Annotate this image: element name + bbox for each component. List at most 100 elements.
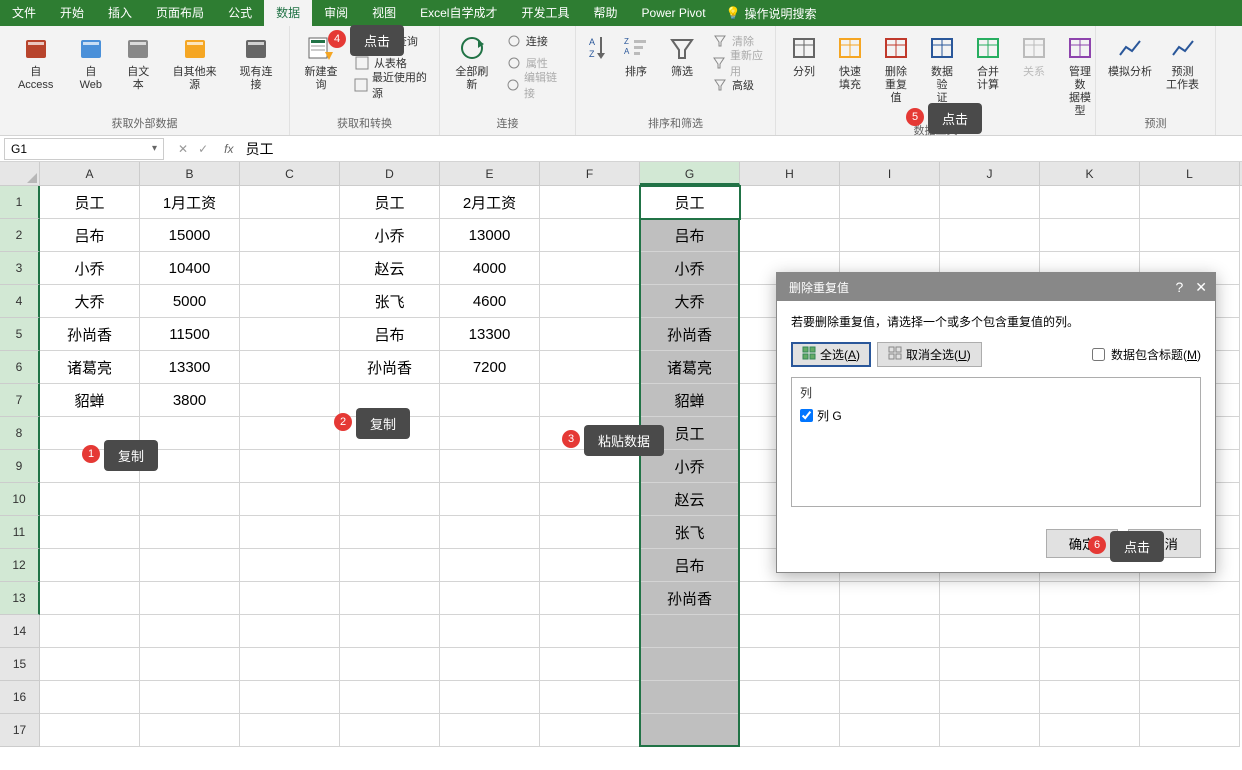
- dropdown-icon[interactable]: ▾: [152, 143, 157, 154]
- cell-I17[interactable]: [840, 714, 940, 747]
- row-header-11[interactable]: 11: [0, 516, 40, 549]
- column-g-checkbox[interactable]: [800, 409, 813, 422]
- cell-E14[interactable]: [440, 615, 540, 648]
- cell-C1[interactable]: [240, 186, 340, 219]
- cell-A1[interactable]: 员工: [40, 186, 140, 219]
- external-btn-2[interactable]: 自文本: [118, 30, 158, 94]
- dt-btn-3[interactable]: 数据验证: [922, 30, 962, 107]
- confirm-icon[interactable]: ✓: [198, 142, 208, 156]
- cell-J1[interactable]: [940, 186, 1040, 219]
- select-all-button[interactable]: 全选(A): [791, 342, 871, 367]
- help-button[interactable]: ?: [1175, 279, 1183, 295]
- col-header-F[interactable]: F: [540, 162, 640, 185]
- cell-C10[interactable]: [240, 483, 340, 516]
- cell-B6[interactable]: 13300: [140, 351, 240, 384]
- external-btn-1[interactable]: 自 Web: [69, 30, 112, 94]
- row-header-5[interactable]: 5: [0, 318, 40, 351]
- col-header-E[interactable]: E: [440, 162, 540, 185]
- cell-A16[interactable]: [40, 681, 140, 714]
- row-header-4[interactable]: 4: [0, 285, 40, 318]
- cell-I16[interactable]: [840, 681, 940, 714]
- cell-L13[interactable]: [1140, 582, 1240, 615]
- col-header-H[interactable]: H: [740, 162, 840, 185]
- cell-H14[interactable]: [740, 615, 840, 648]
- cell-B3[interactable]: 10400: [140, 252, 240, 285]
- filter-button[interactable]: 筛选: [662, 30, 702, 81]
- cell-H13[interactable]: [740, 582, 840, 615]
- conn-small-0[interactable]: 连接: [502, 30, 567, 52]
- cell-B4[interactable]: 5000: [140, 285, 240, 318]
- cell-I2[interactable]: [840, 219, 940, 252]
- cell-D15[interactable]: [340, 648, 440, 681]
- cell-A13[interactable]: [40, 582, 140, 615]
- cell-C16[interactable]: [240, 681, 340, 714]
- cell-D3[interactable]: 赵云: [340, 252, 440, 285]
- cell-C13[interactable]: [240, 582, 340, 615]
- row-header-7[interactable]: 7: [0, 384, 40, 417]
- cell-F7[interactable]: [540, 384, 640, 417]
- cell-G16[interactable]: [640, 681, 740, 714]
- cell-J16[interactable]: [940, 681, 1040, 714]
- deselect-all-button[interactable]: 取消全选(U): [877, 342, 982, 367]
- cell-K2[interactable]: [1040, 219, 1140, 252]
- row-header-8[interactable]: 8: [0, 417, 40, 450]
- cell-A17[interactable]: [40, 714, 140, 747]
- cell-L2[interactable]: [1140, 219, 1240, 252]
- menu-tab-7[interactable]: 视图: [360, 0, 408, 26]
- cell-C12[interactable]: [240, 549, 340, 582]
- row-header-3[interactable]: 3: [0, 252, 40, 285]
- cell-C7[interactable]: [240, 384, 340, 417]
- cell-E6[interactable]: 7200: [440, 351, 540, 384]
- cell-B2[interactable]: 15000: [140, 219, 240, 252]
- dt-btn-4[interactable]: 合并计算: [968, 30, 1008, 94]
- row-header-16[interactable]: 16: [0, 681, 40, 714]
- select-all-corner[interactable]: [0, 162, 40, 186]
- cell-E9[interactable]: [440, 450, 540, 483]
- cell-L14[interactable]: [1140, 615, 1240, 648]
- row-header-10[interactable]: 10: [0, 483, 40, 516]
- cell-C6[interactable]: [240, 351, 340, 384]
- cell-H17[interactable]: [740, 714, 840, 747]
- name-box[interactable]: G1 ▾: [4, 138, 164, 160]
- cell-I14[interactable]: [840, 615, 940, 648]
- cell-D12[interactable]: [340, 549, 440, 582]
- dt-btn-1[interactable]: 快速填充: [830, 30, 870, 94]
- dt-btn-2[interactable]: 删除重复值: [876, 30, 916, 107]
- dialog-titlebar[interactable]: 删除重复值 ? ✕: [777, 273, 1215, 301]
- cell-H1[interactable]: [740, 186, 840, 219]
- has-headers-checkbox[interactable]: 数据包含标题(M): [1092, 346, 1201, 363]
- cell-C8[interactable]: [240, 417, 340, 450]
- cell-D4[interactable]: 张飞: [340, 285, 440, 318]
- row-header-14[interactable]: 14: [0, 615, 40, 648]
- menu-tab-6[interactable]: 审阅: [312, 0, 360, 26]
- cell-G5[interactable]: 孙尚香: [640, 318, 740, 351]
- menu-tab-4[interactable]: 公式: [216, 0, 264, 26]
- menu-tab-10[interactable]: 帮助: [582, 0, 630, 26]
- sort-button[interactable]: ZA 排序: [616, 30, 656, 81]
- cell-A7[interactable]: 貂蝉: [40, 384, 140, 417]
- cell-F16[interactable]: [540, 681, 640, 714]
- cell-E5[interactable]: 13300: [440, 318, 540, 351]
- cell-E16[interactable]: [440, 681, 540, 714]
- cancel-icon[interactable]: ✕: [178, 142, 188, 156]
- columns-listbox[interactable]: 列 列 G: [791, 377, 1201, 507]
- cell-I13[interactable]: [840, 582, 940, 615]
- gt-small-2[interactable]: 最近使用的源: [350, 74, 431, 96]
- cell-F2[interactable]: [540, 219, 640, 252]
- cell-E12[interactable]: [440, 549, 540, 582]
- cell-K1[interactable]: [1040, 186, 1140, 219]
- sort-asc-button[interactable]: AZ: [584, 30, 610, 68]
- cell-A15[interactable]: [40, 648, 140, 681]
- cell-H2[interactable]: [740, 219, 840, 252]
- row-header-13[interactable]: 13: [0, 582, 40, 615]
- fx-icon[interactable]: fx: [218, 142, 239, 156]
- cell-F1[interactable]: [540, 186, 640, 219]
- col-header-J[interactable]: J: [940, 162, 1040, 185]
- cell-E8[interactable]: [440, 417, 540, 450]
- col-header-B[interactable]: B: [140, 162, 240, 185]
- cell-E13[interactable]: [440, 582, 540, 615]
- col-header-G[interactable]: G: [640, 162, 740, 185]
- cell-G6[interactable]: 诸葛亮: [640, 351, 740, 384]
- cell-F3[interactable]: [540, 252, 640, 285]
- menu-tab-0[interactable]: 文件: [0, 0, 48, 26]
